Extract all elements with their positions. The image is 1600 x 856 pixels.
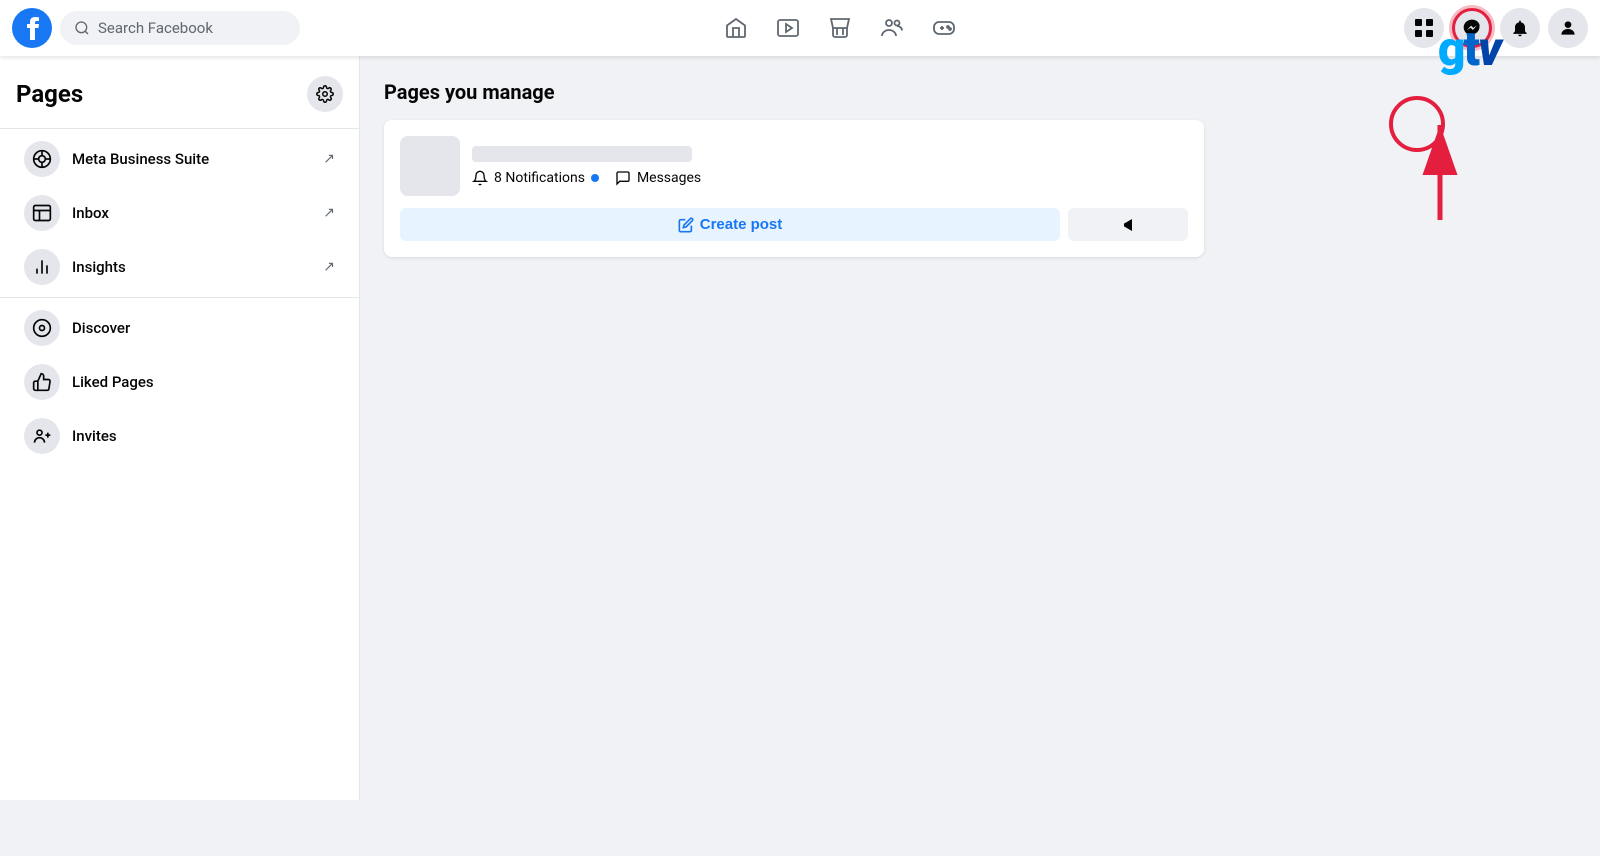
sidebar-item-discover[interactable]: Discover <box>8 302 351 354</box>
pages-section: Pages you manage 8 Notifications <box>384 80 1204 257</box>
inbox-arrow: ↗ <box>323 205 335 221</box>
facebook-logo[interactable] <box>12 8 52 48</box>
liked-pages-icon <box>24 364 60 400</box>
sidebar-item-insights[interactable]: Insights ↗ <box>8 241 351 293</box>
liked-pages-label: Liked Pages <box>72 373 335 391</box>
create-post-label: Create post <box>700 216 783 233</box>
nav-gaming-button[interactable] <box>920 4 968 52</box>
nav-marketplace-button[interactable] <box>816 4 864 52</box>
discover-label: Discover <box>72 319 335 337</box>
nav-home-button[interactable] <box>712 4 760 52</box>
invites-label: Invites <box>72 427 335 445</box>
notifications-button[interactable] <box>1500 8 1540 48</box>
nav-left: Search Facebook <box>12 8 352 48</box>
sidebar-title: Pages <box>16 80 83 108</box>
discover-icon <box>24 310 60 346</box>
search-placeholder: Search Facebook <box>98 19 213 37</box>
sidebar-item-meta-business[interactable]: Meta Business Suite ↗ <box>8 133 351 185</box>
insights-arrow: ↗ <box>323 259 335 275</box>
main-content: Pages you manage 8 Notifications <box>360 56 1600 800</box>
messenger-button[interactable] <box>1452 8 1492 48</box>
sidebar-item-inbox[interactable]: Inbox ↗ <box>8 187 351 239</box>
megaphone-icon <box>1120 217 1136 233</box>
sidebar-item-invites[interactable]: Invites <box>8 410 351 462</box>
messages-icon <box>615 170 631 186</box>
bell-icon <box>472 170 488 186</box>
nav-right <box>1328 8 1588 48</box>
page-info: 8 Notifications Messages <box>472 146 1188 186</box>
edit-icon <box>678 217 694 233</box>
meta-business-icon <box>24 141 60 177</box>
insights-icon <box>24 249 60 285</box>
search-icon <box>74 20 90 36</box>
sidebar-header: Pages <box>0 68 359 124</box>
search-bar[interactable]: Search Facebook <box>60 11 300 45</box>
insights-label: Insights <box>72 258 311 276</box>
messages-text: Messages <box>637 170 701 186</box>
sidebar-divider-top <box>0 128 359 129</box>
page-name-placeholder <box>472 146 692 162</box>
notif-dot <box>591 174 599 182</box>
grid-menu-button[interactable] <box>1404 8 1444 48</box>
inbox-label: Inbox <box>72 204 311 222</box>
sidebar-divider-mid <box>0 297 359 298</box>
nav-groups-button[interactable] <box>868 4 916 52</box>
messages-item[interactable]: Messages <box>615 170 701 186</box>
page-card: 8 Notifications Messages <box>384 120 1204 257</box>
profile-button[interactable] <box>1548 8 1588 48</box>
sidebar: Pages Meta Business Suite ↗ <box>0 56 360 800</box>
inbox-icon <box>24 195 60 231</box>
page-actions: Create post <box>400 208 1188 241</box>
sidebar-item-liked-pages[interactable]: Liked Pages <box>8 356 351 408</box>
page-avatar <box>400 136 460 196</box>
nav-watch-button[interactable] <box>764 4 812 52</box>
invites-icon <box>24 418 60 454</box>
notification-count[interactable]: 8 Notifications <box>472 170 599 186</box>
meta-business-label: Meta Business Suite <box>72 150 311 168</box>
create-post-button[interactable]: Create post <box>400 208 1060 241</box>
meta-business-arrow: ↗ <box>323 151 335 167</box>
section-title: Pages you manage <box>384 80 1204 104</box>
gear-button[interactable] <box>307 76 343 112</box>
top-navigation: Search Facebook <box>0 0 1600 56</box>
notif-count-text: 8 Notifications <box>494 170 585 186</box>
page-meta: 8 Notifications Messages <box>472 170 1188 186</box>
promote-button[interactable] <box>1068 208 1188 241</box>
page-card-top: 8 Notifications Messages <box>400 136 1188 196</box>
nav-center <box>352 4 1328 52</box>
